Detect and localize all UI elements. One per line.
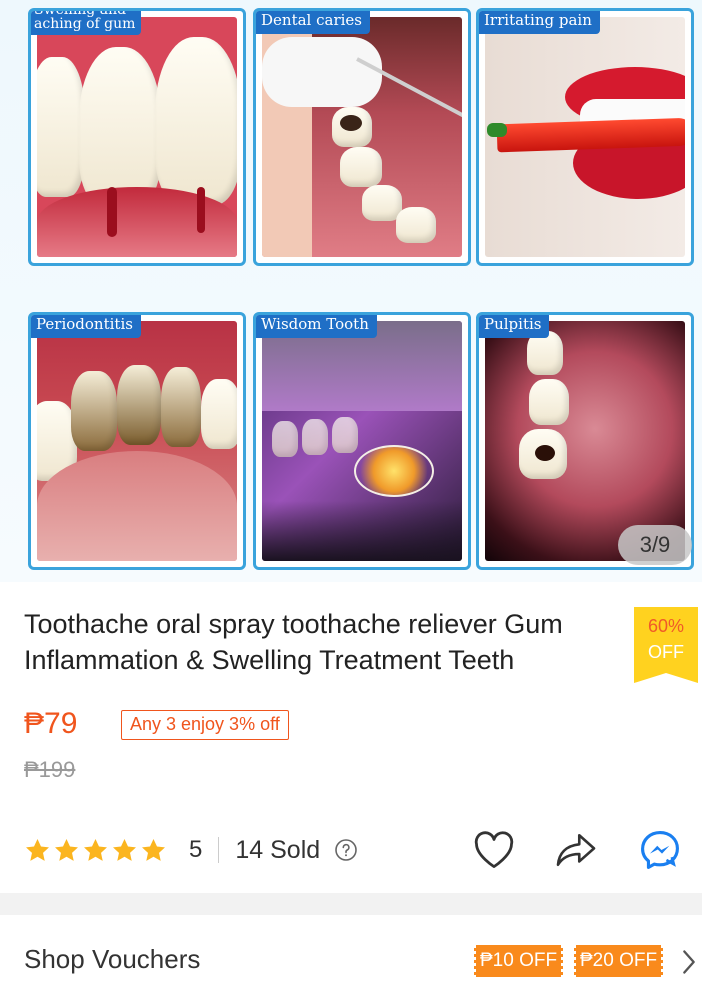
- help-icon[interactable]: [334, 838, 358, 862]
- chili-pepper-photo: [485, 17, 685, 257]
- shop-vouchers-label[interactable]: Shop Vouchers: [24, 944, 200, 975]
- tile-label: Dental caries: [256, 11, 370, 34]
- rating-value: 5: [189, 836, 203, 863]
- gallery-tile-caries: Dental caries: [253, 8, 471, 266]
- gallery-tile-wisdom-tooth: Wisdom Tooth: [253, 312, 471, 570]
- dental-caries-photo: [262, 17, 462, 257]
- tile-label: Irritating pain: [479, 11, 600, 34]
- share-icon: [556, 833, 596, 867]
- gum-swelling-photo: [37, 17, 237, 257]
- discount-badge: 60% OFF: [634, 607, 698, 683]
- product-image-gallery[interactable]: Swelling and aching of gum Dental caries…: [0, 0, 702, 582]
- wisdom-tooth-xray-photo: [262, 321, 462, 561]
- tile-label: Swelling and aching of gum: [31, 11, 142, 35]
- voucher-chip[interactable]: ₱20 OFF: [571, 945, 666, 977]
- divider: [218, 837, 220, 863]
- chat-button[interactable]: [636, 826, 684, 874]
- star-icon: [55, 838, 78, 861]
- gallery-tile-swelling: Swelling and aching of gum: [28, 8, 246, 266]
- star-icon: [84, 838, 107, 861]
- gallery-tile-periodontitis: Periodontitis: [28, 312, 246, 570]
- rating-row[interactable]: 5 14 Sold: [24, 832, 358, 868]
- share-button[interactable]: [552, 826, 600, 874]
- section-divider: [0, 893, 702, 915]
- original-price: ₱199: [24, 757, 76, 782]
- star-icon: [113, 838, 136, 861]
- image-counter: 3/9: [618, 525, 692, 565]
- periodontitis-photo: [37, 321, 237, 561]
- discount-off-label: OFF: [648, 642, 684, 662]
- star-icon: [26, 838, 49, 861]
- voucher-chip[interactable]: ₱10 OFF: [471, 945, 566, 977]
- chevron-right-icon[interactable]: [678, 948, 700, 976]
- star-icon: [142, 838, 165, 861]
- heart-icon: [474, 831, 514, 869]
- tile-label: Pulpitis: [479, 315, 550, 338]
- bundle-promo-tag[interactable]: Any 3 enjoy 3% off: [121, 710, 289, 740]
- favorite-button[interactable]: [470, 826, 518, 874]
- tile-label: Periodontitis: [31, 315, 141, 338]
- discount-percent: 60%: [647, 616, 685, 636]
- current-price: ₱79: [24, 707, 78, 740]
- sold-count: 14 Sold: [235, 835, 321, 864]
- gallery-tile-irritating-pain: Irritating pain: [476, 8, 694, 266]
- tile-label: Wisdom Tooth: [256, 315, 377, 338]
- product-title: Toothache oral spray toothache reliever …: [24, 609, 563, 675]
- messenger-icon: [641, 831, 679, 869]
